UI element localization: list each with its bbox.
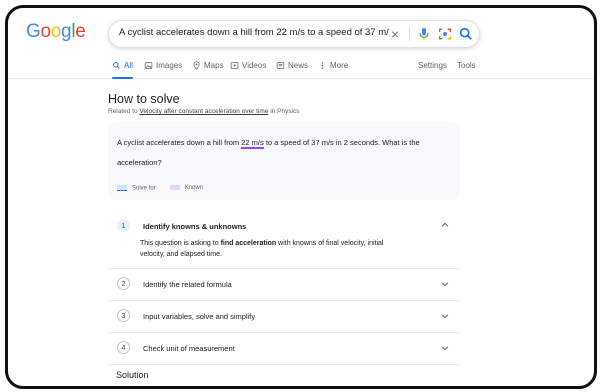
step-description: This question is asking to find accelera… bbox=[140, 238, 410, 260]
logo-letter: g bbox=[61, 21, 72, 42]
question-text: A cyclist accelerates down a hill from 2… bbox=[117, 133, 447, 173]
step-desc-bold: find acceleration bbox=[220, 240, 277, 247]
search-icon[interactable] bbox=[458, 26, 474, 42]
tab-news[interactable]: News bbox=[276, 61, 308, 70]
news-icon bbox=[276, 62, 285, 69]
step-label: Input variables, solve and simplify bbox=[143, 312, 256, 321]
google-logo[interactable]: Google bbox=[26, 21, 86, 43]
tab-label: Videos bbox=[242, 61, 267, 70]
map-pin-icon bbox=[193, 61, 200, 70]
clear-icon[interactable]: × bbox=[391, 24, 399, 44]
tab-more[interactable]: More bbox=[318, 61, 348, 70]
tab-maps[interactable]: Maps bbox=[192, 61, 224, 70]
step-number: 3 bbox=[117, 309, 130, 322]
related-topic-link[interactable]: Velocity after constant acceleration ove… bbox=[139, 108, 268, 115]
chevron-down-icon[interactable] bbox=[440, 279, 450, 289]
browser-frame: Google A cyclist accelerates down a hill… bbox=[5, 5, 597, 389]
tab-all[interactable]: All bbox=[112, 61, 133, 79]
more-vert-icon bbox=[321, 62, 324, 69]
settings-link[interactable]: Settings bbox=[418, 61, 447, 70]
related-suffix: in Physics bbox=[270, 108, 300, 115]
logo-letter: G bbox=[26, 21, 41, 42]
step-3[interactable]: 3 Input variables, solve and simplify bbox=[108, 301, 460, 333]
camera-lens-icon[interactable] bbox=[437, 26, 453, 42]
logo-letter: o bbox=[40, 21, 51, 42]
search-box[interactable]: A cyclist accelerates down a hill from 2… bbox=[108, 20, 480, 48]
video-icon bbox=[230, 62, 239, 69]
solution-heading: Solution bbox=[116, 370, 149, 380]
legend-label: Solve for bbox=[132, 185, 156, 192]
question-text-part: A cyclist accelerates down a hill from bbox=[117, 138, 240, 147]
tab-images[interactable]: Images bbox=[144, 61, 182, 70]
logo-letter: e bbox=[75, 21, 86, 42]
step-number: 2 bbox=[117, 277, 130, 290]
step-label: Identify the related formula bbox=[143, 280, 232, 289]
search-tabs: All Images Maps Videos News More Setting… bbox=[8, 56, 594, 79]
step-label: Identify knowns & unknowns bbox=[143, 222, 247, 231]
known-highlight[interactable]: 22 m/s bbox=[241, 138, 264, 149]
step-number: 1 bbox=[117, 219, 130, 232]
related-topic: Related to Velocity after constant accel… bbox=[108, 108, 300, 115]
settings-label: Settings bbox=[418, 61, 447, 70]
tools-label: Tools bbox=[457, 61, 476, 70]
step-label: Check unit of measurement bbox=[143, 344, 235, 353]
solve-for-swatch bbox=[117, 185, 127, 191]
step-2[interactable]: 2 Identify the related formula bbox=[108, 269, 460, 301]
tools-link[interactable]: Tools bbox=[457, 61, 476, 70]
tab-label: News bbox=[288, 61, 309, 70]
chevron-down-icon[interactable] bbox=[440, 311, 450, 321]
search-input[interactable]: A cyclist accelerates down a hill from 2… bbox=[119, 27, 389, 38]
step-1[interactable]: 1 Identify knowns & unknowns This questi… bbox=[108, 208, 460, 269]
known-swatch bbox=[169, 185, 180, 191]
step-desc-part: This question is asking to bbox=[140, 240, 219, 247]
step-number: 4 bbox=[117, 341, 130, 354]
legend-label: Known bbox=[184, 185, 204, 192]
legend-solve-for: Solve for bbox=[117, 185, 156, 192]
solution-steps: 1 Identify knowns & unknowns This questi… bbox=[108, 208, 460, 365]
tab-label: Maps bbox=[204, 61, 224, 70]
step-4[interactable]: 4 Check unit of measurement bbox=[108, 333, 460, 365]
search-divider bbox=[409, 27, 410, 41]
tab-label: More bbox=[330, 61, 349, 70]
image-icon bbox=[144, 62, 153, 69]
legend: Solve for Known bbox=[117, 185, 203, 192]
legend-known: Known bbox=[169, 185, 204, 192]
chevron-up-icon[interactable] bbox=[440, 220, 450, 230]
question-card: A cyclist accelerates down a hill from 2… bbox=[108, 122, 460, 200]
tab-label: Images bbox=[156, 61, 183, 70]
search-icon bbox=[113, 62, 120, 69]
page-title: How to solve bbox=[108, 92, 180, 106]
logo-letter: o bbox=[50, 21, 62, 42]
related-prefix: Related to bbox=[108, 108, 138, 115]
microphone-icon[interactable] bbox=[416, 26, 432, 42]
tab-label: All bbox=[124, 61, 133, 70]
tab-videos[interactable]: Videos bbox=[230, 61, 266, 70]
chevron-down-icon[interactable] bbox=[440, 343, 450, 353]
